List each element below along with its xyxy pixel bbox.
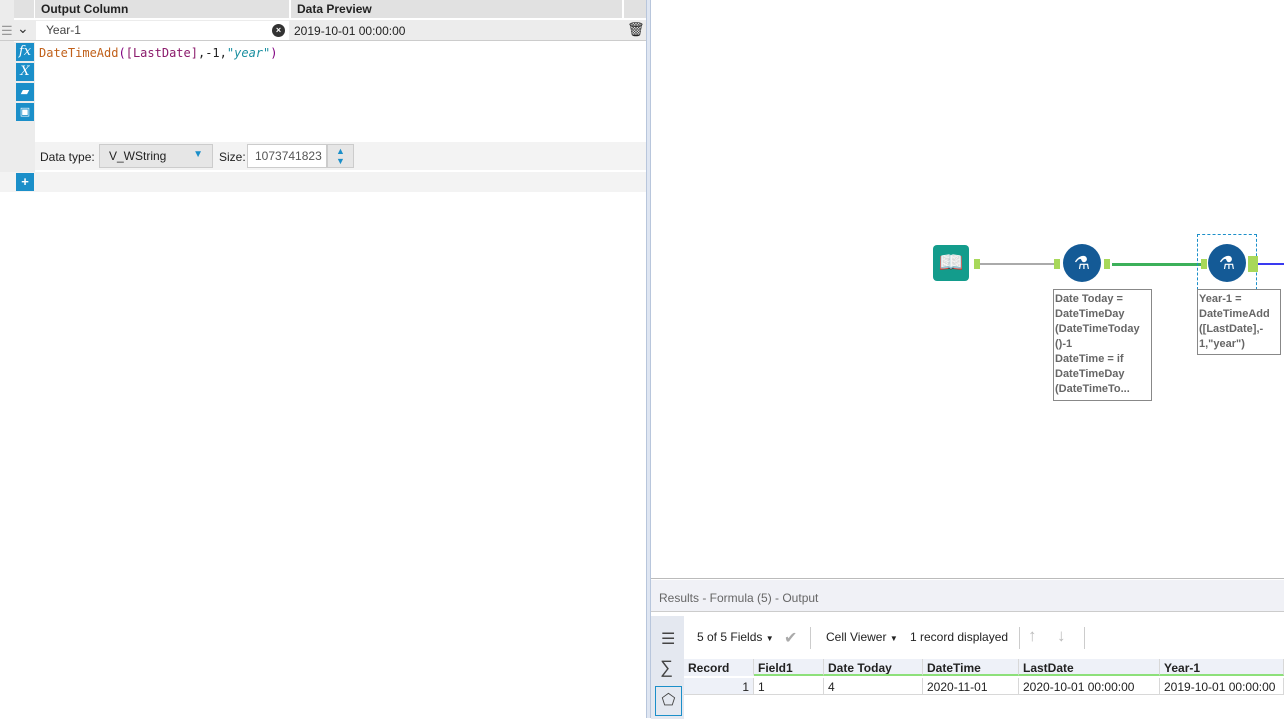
data-preview-value: 2019-10-01 00:00:00	[294, 24, 406, 38]
input-anchor[interactable]	[1201, 259, 1207, 269]
cell-viewer-dropdown[interactable]: Cell Viewer ▼	[826, 630, 898, 644]
arrow-down-icon[interactable]: ↓	[1057, 626, 1066, 646]
delete-trash-icon[interactable]: 🗑	[627, 21, 645, 38]
column-header[interactable]: Year-1	[1160, 659, 1284, 676]
table-cell[interactable]: 4	[824, 678, 923, 695]
open-folder-icon[interactable]: ▰	[16, 83, 34, 101]
data-type-select[interactable]: V_WString ▼	[99, 144, 213, 168]
column-header[interactable]: DateTime	[923, 659, 1019, 676]
expression-editor[interactable]: DateTimeAdd([LastDate],-1,"year")	[39, 46, 277, 60]
results-table: Record Field1 Date Today DateTime LastDa…	[684, 659, 1284, 699]
output-anchor[interactable]	[1248, 256, 1258, 272]
data-view-icon[interactable]: ⬠	[655, 686, 682, 716]
formula-tool-icon[interactable]: ⚗	[1063, 244, 1101, 282]
results-title: Results - Formula (5) - Output	[659, 591, 819, 605]
output-anchor[interactable]	[974, 259, 980, 269]
size-stepper[interactable]: ▲ ▼	[327, 144, 354, 168]
fx-icon[interactable]: fx	[16, 43, 34, 61]
dropdown-arrow-icon: ▼	[193, 149, 203, 160]
arrow-up-icon[interactable]: ↑	[1028, 626, 1037, 646]
tool-annotation: Date Today = DateTimeDay (DateTimeToday ()-…	[1053, 289, 1152, 401]
input-data-tool-icon[interactable]: 📖	[933, 245, 969, 281]
table-cell[interactable]: 2019-10-01 00:00:00	[1160, 678, 1284, 695]
tool-annotation: Year-1 = DateTimeAdd ([LastDate],- 1,"year"…	[1197, 289, 1281, 355]
variable-icon[interactable]: X	[16, 63, 34, 81]
clear-icon[interactable]: ×	[272, 24, 285, 37]
data-preview-header: Data Preview	[291, 0, 622, 18]
column-header[interactable]: Field1	[754, 659, 824, 676]
size-input[interactable]: 1073741823	[247, 144, 327, 168]
table-cell[interactable]: 2020-10-01 00:00:00	[1019, 678, 1160, 695]
column-header[interactable]: Date Today	[824, 659, 923, 676]
column-header[interactable]: LastDate	[1019, 659, 1160, 676]
output-column-header: Output Column	[35, 0, 289, 18]
records-count: 1 record displayed	[910, 630, 1009, 644]
fields-dropdown[interactable]: 5 of 5 Fields ▼	[697, 630, 774, 644]
save-icon[interactable]: ▣	[16, 103, 34, 121]
collapse-chevron-icon[interactable]: ⌄	[17, 20, 29, 37]
results-panel: Results - Formula (5) - Output ☰ ∑ ⬠ 5 o…	[651, 578, 1284, 719]
formula-panel: Output Column Data Preview ☰ ⌄ Year-1 × …	[0, 0, 646, 718]
data-type-label: Data type:	[40, 150, 95, 164]
record-number: 1	[684, 678, 754, 695]
workflow-canvas[interactable]: 📖 ⚗ Date Today = DateTimeDay (DateTimeToda…	[651, 0, 1284, 578]
formula-tool-icon-selected[interactable]: ⚗	[1208, 244, 1246, 282]
metadata-icon[interactable]: ∑	[660, 657, 673, 678]
apply-check-icon[interactable]: ✔	[784, 628, 797, 648]
input-anchor[interactable]	[1054, 259, 1060, 269]
drag-handle-icon[interactable]: ☰	[1, 24, 13, 37]
table-cell[interactable]: 2020-11-01	[923, 678, 1019, 695]
output-anchor[interactable]	[1104, 259, 1110, 269]
table-view-icon[interactable]: ☰	[661, 629, 675, 649]
output-column-input[interactable]: Year-1	[36, 21, 289, 40]
add-field-button[interactable]: +	[16, 173, 34, 191]
column-header[interactable]: Record	[684, 659, 754, 676]
size-label: Size:	[219, 150, 246, 164]
table-cell[interactable]: 1	[754, 678, 824, 695]
